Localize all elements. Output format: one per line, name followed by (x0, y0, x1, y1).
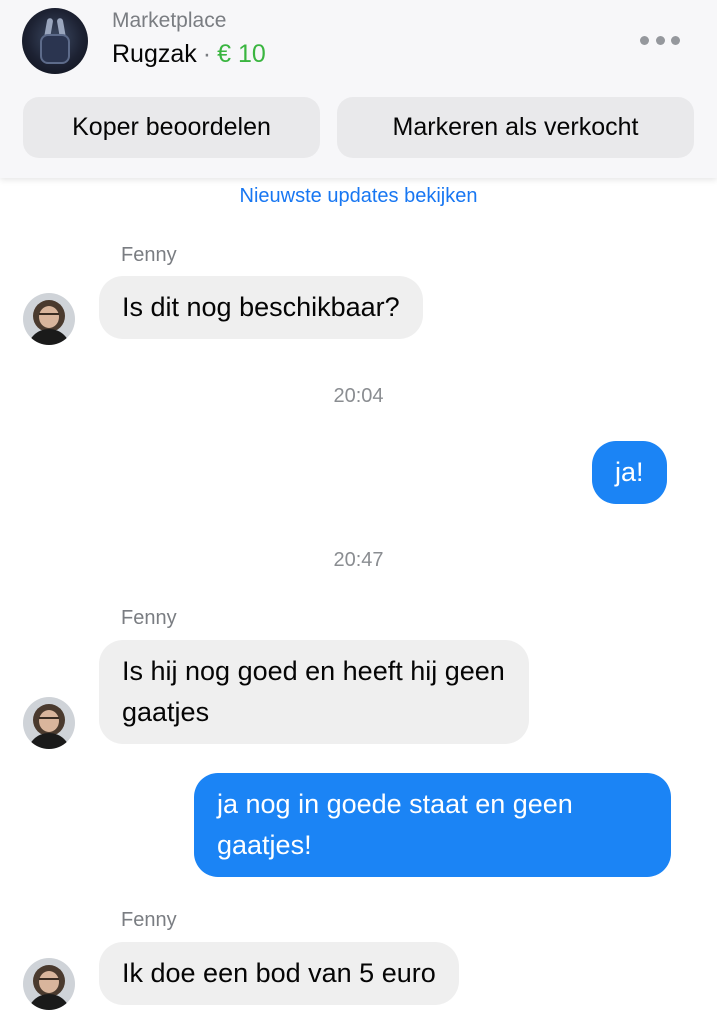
timestamp: 20:04 (333, 385, 384, 407)
mark-sold-button[interactable]: Markeren als verkocht (337, 97, 694, 158)
latest-updates-link[interactable]: Nieuwste updates bekijken (0, 182, 717, 210)
item-separator: · (202, 40, 212, 68)
sender-name: Fenny (121, 244, 177, 266)
incoming-message[interactable]: Is dit nog beschikbaar? (99, 276, 423, 339)
listing-header: Marketplace Rugzak · € 10 Koper beoordelen… (0, 0, 717, 178)
messenger-chat: Marketplace Rugzak · € 10 Koper beoordelen… (0, 0, 717, 1024)
listing-thumbnail[interactable] (22, 8, 88, 74)
contact-avatar[interactable] (23, 293, 75, 345)
contact-avatar[interactable] (23, 958, 75, 1010)
marketplace-label: Marketplace (112, 9, 227, 32)
outgoing-message[interactable]: ja! (592, 441, 667, 504)
sender-name: Fenny (121, 909, 177, 931)
item-price: € 10 (217, 40, 266, 68)
sender-name: Fenny (121, 607, 177, 629)
item-line: Rugzak · € 10 (112, 34, 266, 74)
contact-avatar[interactable] (23, 697, 75, 749)
timestamp: 20:47 (333, 549, 384, 571)
listing-info[interactable]: Marketplace Rugzak · € 10 (112, 8, 266, 74)
outgoing-message[interactable]: ja nog in goede staat en geen gaatjes! (194, 773, 671, 877)
incoming-message[interactable]: Is hij nog goed en heeft hij geen gaatje… (99, 640, 529, 744)
more-options-icon[interactable] (636, 30, 684, 50)
rate-buyer-button[interactable]: Koper beoordelen (23, 97, 320, 158)
item-title: Rugzak (112, 40, 197, 68)
incoming-message[interactable]: Ik doe een bod van 5 euro (99, 942, 459, 1005)
